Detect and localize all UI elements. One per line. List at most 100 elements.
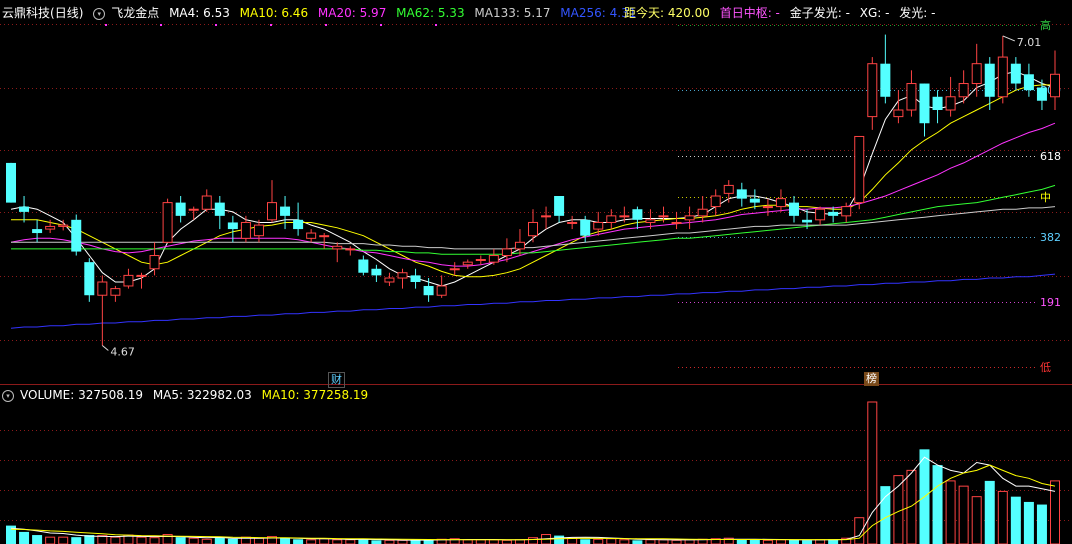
volume-bar-down [802, 540, 813, 544]
candle-body-up [606, 215, 617, 223]
candle-body-up [528, 221, 538, 237]
volume-bar-up [136, 536, 147, 544]
level-label: 低 [1040, 361, 1051, 374]
candle-body-up [123, 274, 134, 287]
top-tick-mark [270, 24, 272, 26]
volume-bar-down [32, 535, 43, 544]
high-marker-line [1002, 35, 1015, 42]
candle-body-up [332, 245, 343, 250]
volume-bar-up [188, 537, 199, 544]
candle-body-up [449, 268, 460, 271]
candle-body-down [749, 198, 760, 203]
candle-body-up [1050, 73, 1060, 98]
candle-body-up [462, 261, 473, 266]
level-label: 中 [1040, 191, 1051, 204]
candle-body-up [867, 63, 878, 118]
volume-bar-down [371, 540, 382, 544]
candle-body-up [997, 56, 1008, 98]
candle-body-up [136, 274, 147, 277]
candle-body-down [6, 162, 16, 203]
volume-bar-up [319, 538, 330, 544]
candle-body-up [149, 255, 160, 270]
candle-body-down [789, 202, 799, 216]
candle-body-up [397, 272, 408, 279]
candle-body-up [619, 215, 630, 218]
volume-bar-up [397, 539, 408, 544]
candle-body-up [436, 285, 447, 296]
volume-bar-up [971, 496, 982, 544]
volume-bar-down [214, 537, 225, 544]
candle-body-up [815, 208, 826, 221]
candle-body-down [828, 211, 839, 216]
volume-bar-up [815, 539, 826, 544]
volume-bar-down [1010, 496, 1021, 544]
high-marker-label: 7.01 [1017, 36, 1042, 49]
volume-bar-up [958, 485, 969, 544]
candle-body-up [906, 83, 917, 111]
candle-body-down [423, 285, 434, 296]
candle-body-up [475, 259, 486, 262]
candle-body-down [32, 229, 43, 234]
candle-body-up [541, 215, 552, 218]
volume-bar-up [462, 539, 473, 544]
candle-body-down [280, 206, 291, 216]
volume-bar-up [475, 539, 486, 544]
volume-bar-down [280, 538, 291, 544]
volume-bar-up [567, 537, 578, 544]
candle-body-down [736, 189, 747, 199]
top-tick-mark [160, 24, 162, 26]
candle-body-up [710, 195, 721, 208]
candle-body-up [240, 221, 251, 239]
volume-bar-up [775, 539, 786, 544]
candle-body-up [945, 96, 956, 111]
candle-body-down [802, 219, 813, 223]
volume-bar-down [632, 540, 643, 544]
rank-list-badge[interactable]: 榜 [864, 372, 879, 386]
candle-body-up [841, 206, 852, 217]
volume-bar-up [332, 539, 343, 544]
candle-body-up [201, 195, 212, 210]
candle-body-down [358, 259, 369, 273]
candle-body-down [1023, 74, 1034, 91]
candle-body-up [110, 288, 121, 296]
volume-bar-down [227, 538, 238, 544]
candle-body-up [684, 215, 695, 221]
volume-bar-down [580, 539, 591, 544]
volume-bar-down [71, 537, 82, 544]
candle-body-up [723, 184, 734, 194]
candle-body-down [580, 219, 591, 236]
kline-chart[interactable]: 高809618中382191低7.014.67 [0, 0, 1072, 544]
candle-body-down [984, 63, 995, 97]
volume-bar-down [749, 539, 760, 544]
volume-bar-up [658, 539, 669, 544]
candle-body-down [919, 83, 930, 124]
top-tick-mark [215, 24, 217, 26]
volume-bar-down [554, 535, 565, 544]
volume-bar-down [175, 537, 186, 544]
candle-body-down [84, 262, 95, 296]
volume-bar-down [19, 531, 30, 544]
candle-body-up [97, 281, 108, 296]
candle-body-up [501, 248, 512, 257]
volume-bar-down [932, 465, 943, 544]
ma20-line [10, 122, 1056, 267]
candle-body-up [58, 224, 69, 227]
volume-bar-up [345, 539, 356, 544]
level-label: 382 [1040, 231, 1061, 244]
candle-body-down [1010, 63, 1021, 84]
volume-bar-up [645, 539, 656, 544]
candle-body-down [293, 219, 304, 230]
volume-bar-up [306, 539, 317, 544]
volume-bar-up [514, 539, 525, 544]
volume-bar-up [945, 480, 956, 544]
volume-bar-up [501, 539, 512, 544]
low-marker-label: 4.67 [110, 346, 135, 359]
candle-body-down [227, 222, 238, 230]
candle-body-up [319, 235, 330, 238]
candle-body-up [671, 221, 682, 224]
candle-body-down [932, 96, 943, 110]
volume-bar-up [110, 536, 121, 544]
volume-bar-up [45, 536, 56, 544]
financial-report-badge[interactable]: 财 [328, 372, 345, 388]
level-label: 191 [1040, 296, 1061, 309]
